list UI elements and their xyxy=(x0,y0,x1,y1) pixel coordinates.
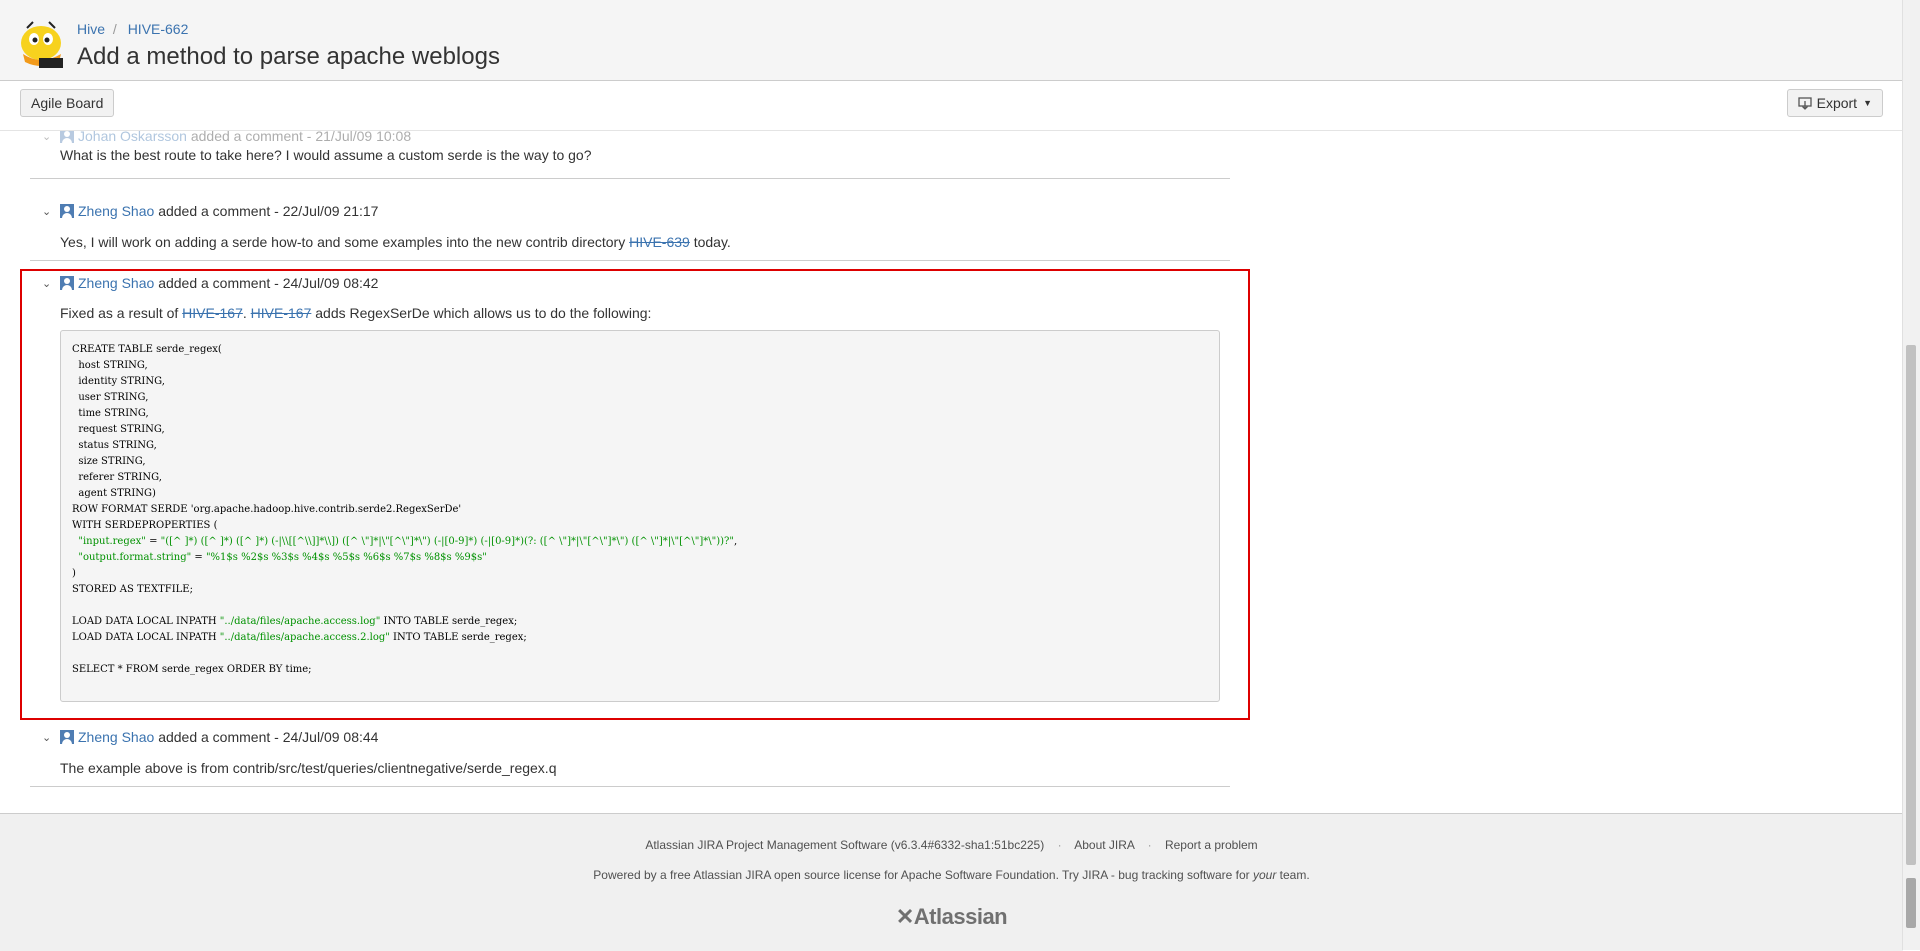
comment-author-link[interactable]: Johan Oskarsson xyxy=(78,131,187,144)
agile-board-button[interactable]: Agile Board xyxy=(20,89,115,117)
comment-action: added a comment - xyxy=(158,203,279,219)
comment-body: What is the best route to take here? I w… xyxy=(60,147,592,163)
export-label: Export xyxy=(1816,95,1858,111)
avatar xyxy=(60,204,74,218)
comment-action: added a comment - xyxy=(158,729,279,745)
footer-separator: · xyxy=(1147,838,1152,852)
footer-software-text: Atlassian JIRA Project Management Softwa… xyxy=(645,838,1045,852)
report-problem-link[interactable]: Report a problem xyxy=(1165,838,1258,852)
breadcrumb: Hive / HIVE-662 xyxy=(77,21,188,37)
avatar xyxy=(60,730,74,744)
atlassian-wordmark: Atlassian xyxy=(913,904,1008,929)
chevron-down-icon[interactable]: ⌄ xyxy=(42,205,54,218)
comment-action: added a comment - xyxy=(190,131,312,144)
code-content: CREATE TABLE serde_regex( host STRING, i… xyxy=(72,344,738,675)
powered-emphasis: your xyxy=(1252,868,1277,882)
export-icon xyxy=(1797,97,1812,110)
comment-date[interactable]: 22/Jul/09 21:17 xyxy=(283,203,379,219)
breadcrumb-separator: / xyxy=(112,21,117,37)
comment-divider xyxy=(30,260,1230,261)
comment-author-link[interactable]: Zheng Shao xyxy=(78,203,154,219)
page-title: Add a method to parse apache weblogs xyxy=(77,43,500,70)
activity-comments: ⌄ Johan Oskarsson added a comment - 21/J… xyxy=(0,131,1903,813)
avatar xyxy=(60,131,74,143)
chevron-down-icon[interactable]: ⌄ xyxy=(42,131,54,143)
comment-header: ⌄ Zheng Shao added a comment - 24/Jul/09… xyxy=(30,729,378,745)
footer-separator: · xyxy=(1057,838,1062,852)
atlassian-icon: ✕ xyxy=(895,904,914,929)
comment-body: Yes, I will work on adding a serde how-t… xyxy=(60,234,731,250)
about-jira-link[interactable]: About JIRA xyxy=(1074,838,1134,852)
comment-body: The example above is from contrib/src/te… xyxy=(60,760,557,776)
powered-text: team. xyxy=(1276,868,1310,882)
breadcrumb-issue-link[interactable]: HIVE-662 xyxy=(128,21,189,37)
issue-link-hive-639[interactable]: HIVE-639 xyxy=(629,234,690,250)
footer-links: Atlassian JIRA Project Management Softwa… xyxy=(0,838,1903,852)
comment-header: ⌄ Zheng Shao added a comment - 22/Jul/09… xyxy=(30,203,378,219)
comment-header: ⌄ Johan Oskarsson added a comment - 21/J… xyxy=(30,131,411,144)
issue-header: Hive / HIVE-662 Add a method to parse ap… xyxy=(0,0,1903,81)
comment-divider xyxy=(30,178,1230,179)
issue-toolbar: Agile Board Export ▼ xyxy=(0,81,1903,131)
comment-text: Yes, I will work on adding a serde how-t… xyxy=(60,234,630,250)
powered-text: Powered by a free Atlassian JIRA open so… xyxy=(593,868,1253,882)
atlassian-logo[interactable]: ✕Atlassian xyxy=(0,904,1903,930)
comment-text: today. xyxy=(689,234,731,250)
comment-date[interactable]: 21/Jul/09 10:08 xyxy=(315,131,411,144)
chevron-down-icon[interactable]: ⌄ xyxy=(42,731,54,744)
vertical-scrollbar[interactable] xyxy=(1902,0,1920,950)
footer-powered-by: Powered by a free Atlassian JIRA open so… xyxy=(0,868,1903,882)
code-block: CREATE TABLE serde_regex( host STRING, i… xyxy=(60,330,1220,702)
hive-logo[interactable] xyxy=(17,18,69,70)
breadcrumb-project-link[interactable]: Hive xyxy=(77,21,105,37)
comment-date[interactable]: 24/Jul/09 08:44 xyxy=(283,729,379,745)
export-button[interactable]: Export ▼ xyxy=(1786,89,1883,117)
comment-divider xyxy=(30,786,1230,787)
chevron-down-icon: ▼ xyxy=(1863,98,1872,108)
scrollbar-thumb-secondary[interactable] xyxy=(1906,878,1916,928)
comment-author-link[interactable]: Zheng Shao xyxy=(78,729,154,745)
scrollbar-thumb[interactable] xyxy=(1906,345,1916,865)
page-footer: Atlassian JIRA Project Management Softwa… xyxy=(0,813,1903,951)
